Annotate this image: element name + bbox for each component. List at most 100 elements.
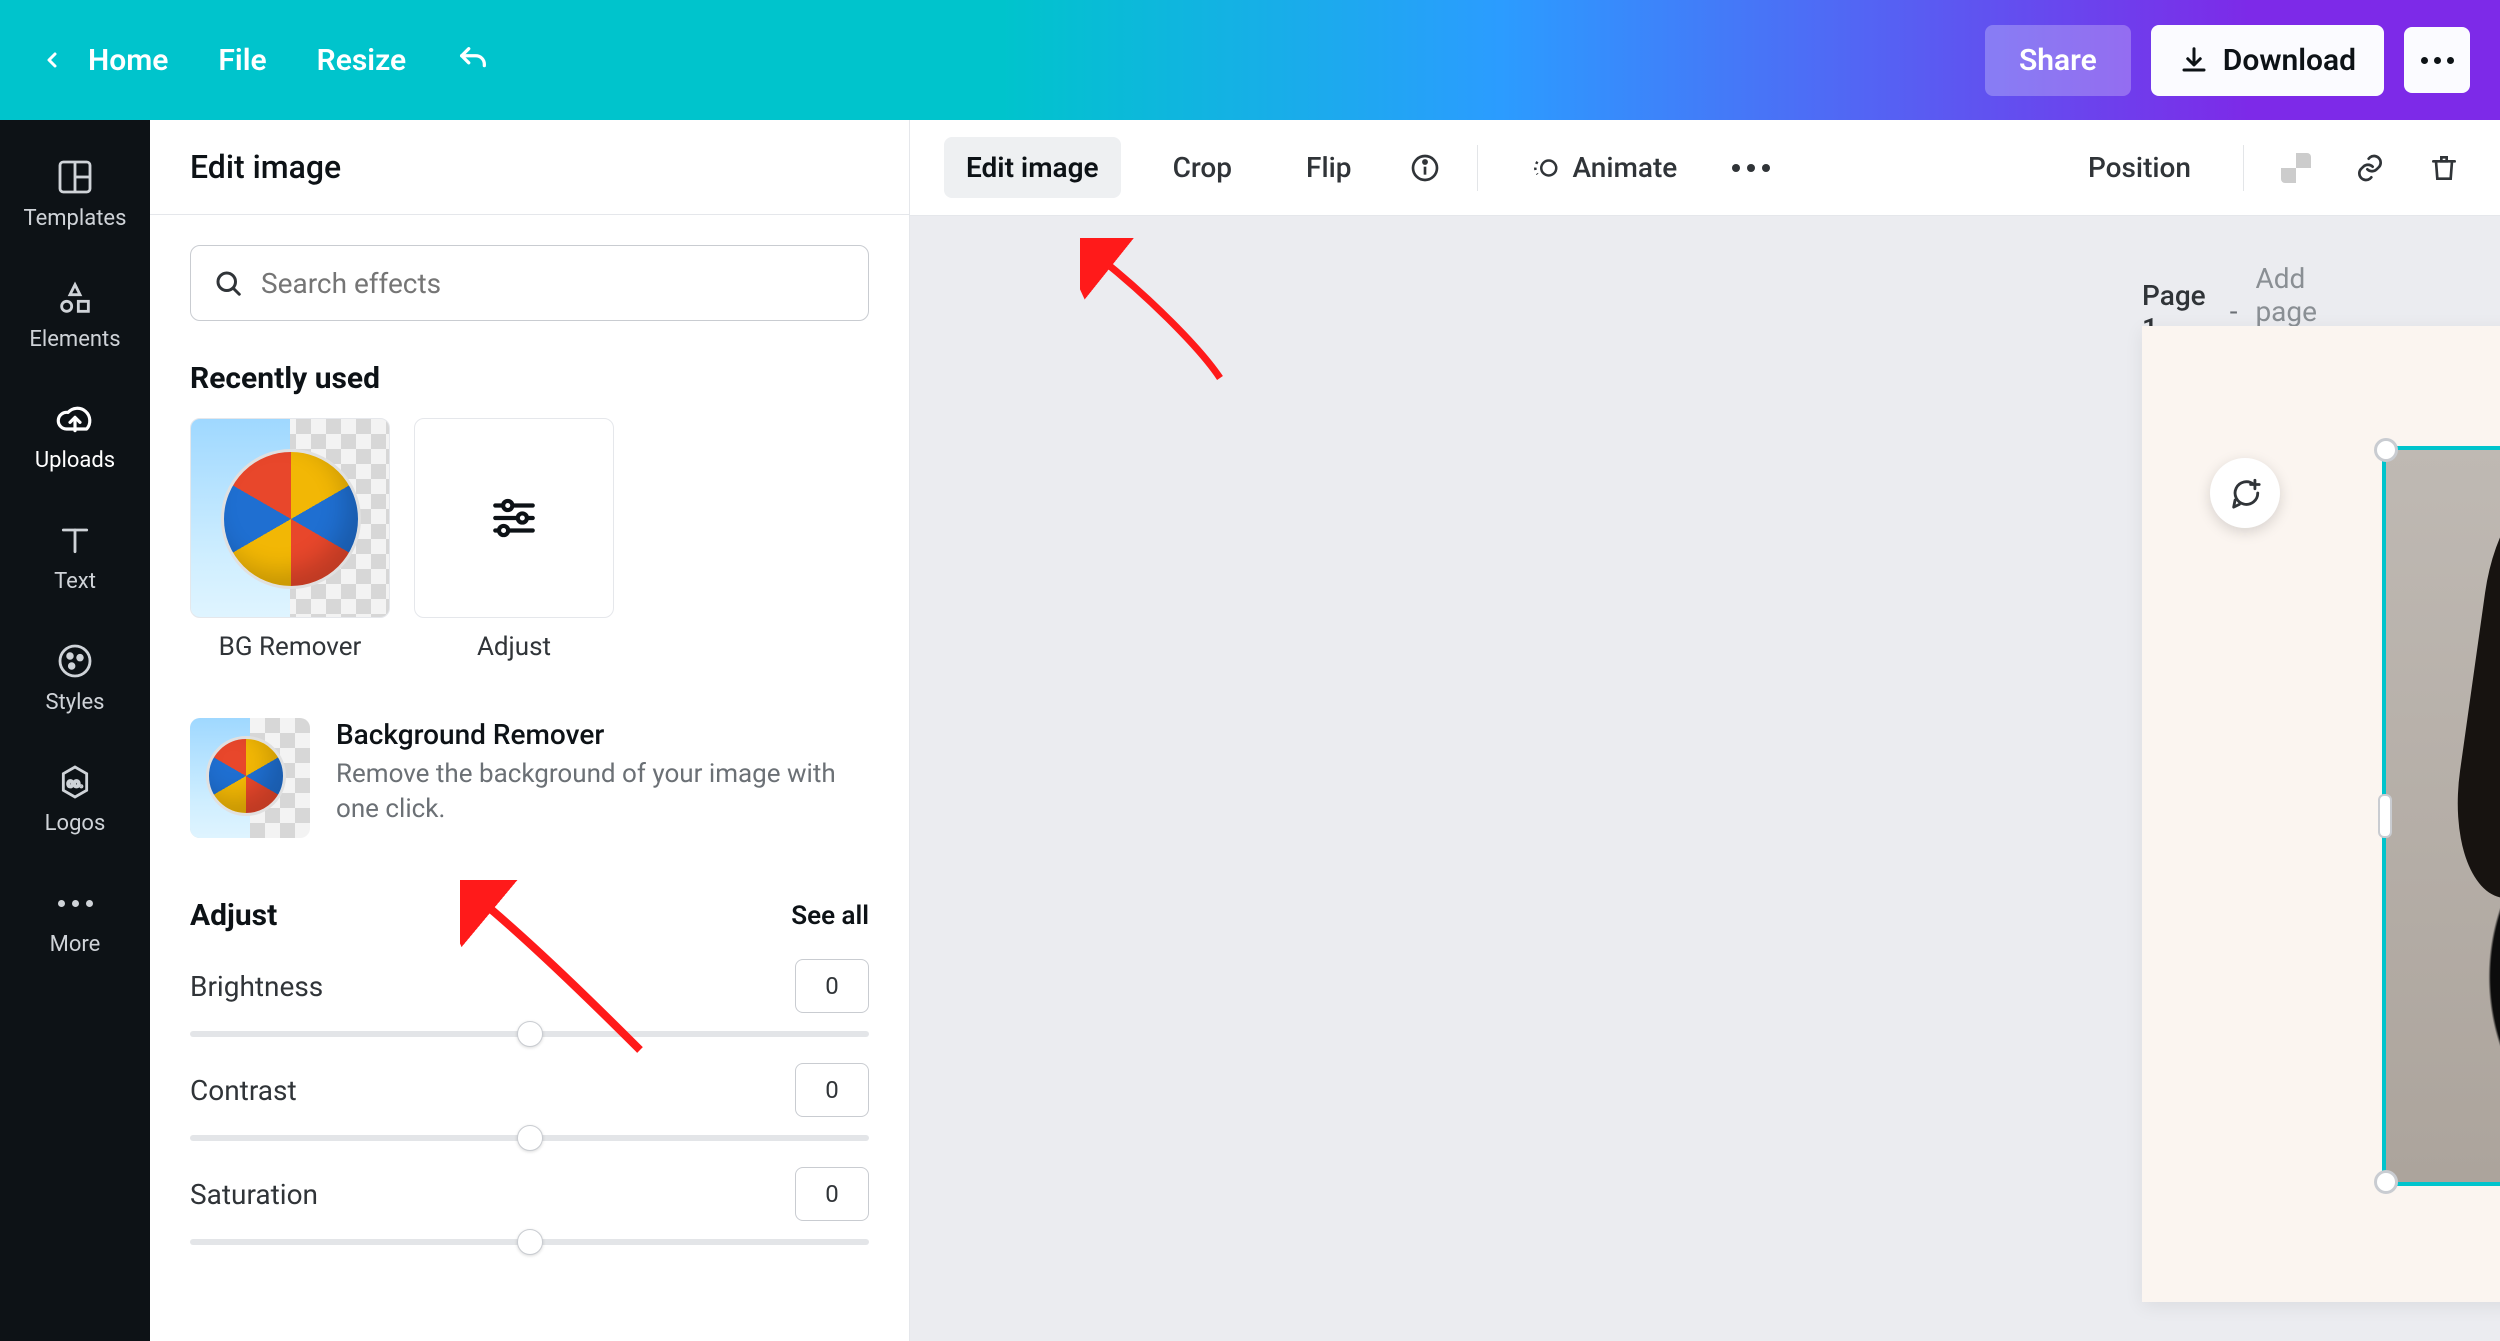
- topbar-more-button[interactable]: [2404, 27, 2470, 93]
- search-effects-box[interactable]: [190, 245, 869, 321]
- topbar-left: Home File Resize: [40, 43, 490, 78]
- sidepanel-title: Edit image: [150, 120, 909, 215]
- ctx-transparency[interactable]: [2274, 146, 2318, 190]
- rail-text[interactable]: Text: [0, 501, 150, 612]
- recent-bg-remover-label: BG Remover: [219, 632, 362, 662]
- chevron-left-icon: [40, 48, 64, 72]
- svg-text:co.: co.: [67, 776, 83, 790]
- back-button[interactable]: Home: [40, 43, 168, 78]
- app-root: Home File Resize Share Download Te: [0, 0, 2500, 1341]
- divider: [2243, 145, 2244, 191]
- recent-adjust[interactable]: Adjust: [414, 418, 614, 662]
- main-area: Templates Elements Uploads Text: [0, 120, 2500, 1341]
- ctx-link[interactable]: [2348, 146, 2392, 190]
- canvas-page[interactable]: [2142, 326, 2500, 1302]
- comment-fab[interactable]: [2210, 458, 2280, 528]
- rail-more-label: More: [50, 932, 101, 957]
- rail-styles[interactable]: Styles: [0, 622, 150, 733]
- selected-image[interactable]: [2386, 450, 2500, 1182]
- slider-brightness-label: Brightness: [190, 970, 323, 1003]
- divider: [1477, 145, 1478, 191]
- rail-elements[interactable]: Elements: [0, 259, 150, 370]
- more-icon: [1732, 164, 1770, 172]
- ctx-info[interactable]: [1403, 146, 1447, 190]
- rail-text-label: Text: [54, 569, 96, 594]
- recently-used-title: Recently used: [190, 361, 869, 396]
- side-panel: Edit image Recently used BG Remover: [150, 120, 910, 1341]
- ctx-flip[interactable]: Flip: [1284, 137, 1373, 198]
- download-icon: [2179, 45, 2209, 75]
- link-icon: [2354, 152, 2386, 184]
- search-icon: [213, 268, 243, 298]
- slider-brightness[interactable]: Brightness 0: [190, 959, 869, 1037]
- trash-icon: [2428, 152, 2460, 184]
- comment-plus-icon: [2228, 476, 2262, 510]
- info-icon: [1409, 152, 1441, 184]
- rail-elements-label: Elements: [29, 327, 120, 352]
- sidepanel-body: Recently used BG Remover Adjust: [150, 215, 909, 1341]
- stage[interactable]: Page 1 - Add page title: [910, 216, 2500, 1341]
- download-button[interactable]: Download: [2151, 25, 2384, 96]
- slider-contrast-track[interactable]: [190, 1135, 869, 1141]
- recent-bg-remover[interactable]: BG Remover: [190, 418, 390, 662]
- more-rail-icon: [54, 882, 96, 924]
- slider-saturation[interactable]: Saturation 0: [190, 1167, 869, 1245]
- ctx-animate[interactable]: Animate: [1508, 137, 1699, 198]
- elements-icon: [54, 277, 96, 319]
- bg-remover-card-subtitle: Remove the background of your image with…: [336, 757, 869, 827]
- resize-handle-bl[interactable]: [2374, 1170, 2398, 1194]
- background-remover-card[interactable]: Background Remover Remove the background…: [190, 718, 869, 838]
- slider-contrast-value[interactable]: 0: [795, 1063, 869, 1117]
- sliders-icon: [489, 493, 539, 543]
- file-menu[interactable]: File: [218, 43, 266, 78]
- ctx-more[interactable]: [1729, 146, 1773, 190]
- slider-brightness-value[interactable]: 0: [795, 959, 869, 1013]
- templates-icon: [54, 156, 96, 198]
- context-toolbar: Edit image Crop Flip Animate Position: [910, 120, 2500, 216]
- slider-thumb[interactable]: [517, 1125, 543, 1151]
- adjust-header: Adjust See all: [190, 898, 869, 933]
- slider-brightness-track[interactable]: [190, 1031, 869, 1037]
- resize-handle-l[interactable]: [2378, 794, 2392, 838]
- rail-templates-label: Templates: [24, 206, 127, 231]
- slider-saturation-value[interactable]: 0: [795, 1167, 869, 1221]
- rail-logos[interactable]: co. Logos: [0, 743, 150, 854]
- share-button[interactable]: Share: [1985, 25, 2131, 96]
- see-all-link[interactable]: See all: [791, 901, 869, 931]
- slider-contrast[interactable]: Contrast 0: [190, 1063, 869, 1141]
- page-separator: -: [2230, 295, 2238, 328]
- download-label: Download: [2223, 43, 2356, 78]
- ctx-crop[interactable]: Crop: [1151, 137, 1254, 198]
- annotation-arrow-1: [1080, 238, 1240, 398]
- home-link[interactable]: Home: [88, 43, 168, 78]
- resize-menu[interactable]: Resize: [317, 43, 407, 78]
- uploads-icon: [54, 398, 96, 440]
- slider-thumb[interactable]: [517, 1021, 543, 1047]
- slider-contrast-label: Contrast: [190, 1074, 297, 1107]
- adjust-title: Adjust: [190, 898, 277, 933]
- search-input[interactable]: [261, 267, 846, 300]
- slider-saturation-label: Saturation: [190, 1178, 318, 1211]
- rail-templates[interactable]: Templates: [0, 138, 150, 249]
- slider-saturation-track[interactable]: [190, 1239, 869, 1245]
- ctx-position[interactable]: Position: [2066, 137, 2213, 198]
- rail-more[interactable]: More: [0, 864, 150, 975]
- styles-icon: [54, 640, 96, 682]
- ctx-delete[interactable]: [2422, 146, 2466, 190]
- ctx-edit-image[interactable]: Edit image: [944, 137, 1121, 198]
- topbar-right: Share Download: [1985, 25, 2470, 96]
- resize-handle-tl[interactable]: [2374, 438, 2398, 462]
- rail-uploads-label: Uploads: [35, 448, 115, 473]
- recently-used-row: BG Remover Adjust: [190, 418, 869, 662]
- bg-remover-card-thumb: [190, 718, 310, 838]
- bg-remover-card-title: Background Remover: [336, 718, 869, 751]
- transparency-icon: [2281, 153, 2311, 183]
- animate-icon: [1530, 153, 1560, 183]
- slider-thumb[interactable]: [517, 1229, 543, 1255]
- rail-uploads[interactable]: Uploads: [0, 380, 150, 491]
- undo-icon[interactable]: [456, 43, 490, 77]
- logos-icon: co.: [54, 761, 96, 803]
- text-icon: [54, 519, 96, 561]
- more-icon: [2421, 57, 2454, 64]
- rail-logos-label: Logos: [45, 811, 106, 836]
